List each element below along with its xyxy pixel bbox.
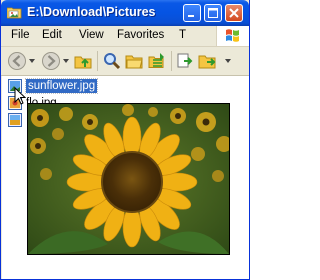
image-file-icon bbox=[8, 113, 22, 127]
close-icon bbox=[229, 8, 239, 18]
menu-bar: File Edit View Favorites T bbox=[1, 26, 249, 47]
toolbar-separator bbox=[171, 51, 172, 71]
folder-icon bbox=[7, 7, 22, 19]
title-bar[interactable]: E:\Download\Pictures bbox=[1, 0, 249, 26]
folder-tree-icon[interactable] bbox=[147, 51, 167, 71]
sunflower-image bbox=[28, 104, 229, 254]
folders-icon[interactable] bbox=[124, 51, 144, 71]
mouse-cursor-icon bbox=[14, 87, 26, 105]
folder-up-icon[interactable] bbox=[73, 51, 93, 71]
close-button[interactable] bbox=[225, 4, 243, 22]
maximize-button[interactable] bbox=[204, 4, 222, 22]
forward-arrow-icon[interactable] bbox=[41, 51, 61, 71]
minimize-button[interactable] bbox=[183, 4, 201, 22]
menu-tools[interactable]: T bbox=[179, 29, 186, 41]
menu-edit[interactable]: Edit bbox=[42, 29, 62, 41]
back-arrow-icon[interactable] bbox=[7, 51, 27, 71]
explorer-window: E:\Download\Pictures File Edit View Favo… bbox=[0, 0, 250, 280]
forward-dropdown-icon[interactable] bbox=[63, 59, 69, 63]
toolbar-more-icon[interactable] bbox=[225, 59, 231, 63]
copy-to-icon[interactable] bbox=[197, 51, 217, 71]
search-icon[interactable] bbox=[102, 51, 122, 71]
move-to-icon[interactable] bbox=[175, 51, 195, 71]
minimize-icon bbox=[188, 15, 194, 17]
menu-view[interactable]: View bbox=[79, 29, 104, 41]
menu-favorites[interactable]: Favorites bbox=[117, 29, 164, 41]
menu-file[interactable]: File bbox=[11, 29, 30, 41]
windows-logo-icon bbox=[216, 26, 249, 46]
maximize-icon bbox=[208, 8, 218, 18]
file-name-sunflower[interactable]: sunflower.jpg bbox=[24, 78, 99, 94]
back-dropdown-icon[interactable] bbox=[29, 59, 35, 63]
toolbar bbox=[1, 47, 249, 76]
window-title: E:\Download\Pictures bbox=[27, 5, 156, 19]
toolbar-separator bbox=[97, 51, 98, 71]
thumbnail-preview bbox=[27, 103, 230, 255]
